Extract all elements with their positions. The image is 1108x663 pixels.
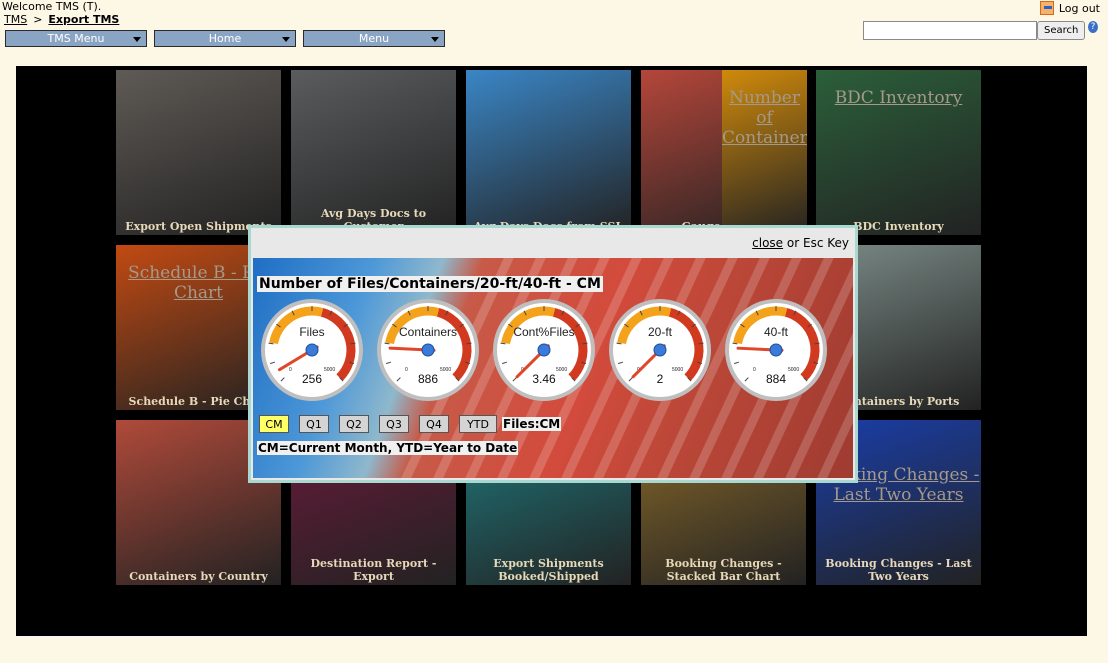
- nav-home-label: Home: [208, 32, 242, 45]
- breadcrumb: TMS > Export TMS: [4, 13, 119, 26]
- tile-caption: Booking Changes - Stacked Bar Chart: [665, 557, 782, 583]
- gauge-hub: [769, 343, 783, 357]
- gauge-40-ft: 40-ft 0 5000 884: [724, 298, 828, 402]
- tile-caption: Booking Changes - Last Two Years: [825, 557, 972, 583]
- logout-link[interactable]: Log out: [1039, 1, 1100, 15]
- tile-background: [466, 70, 631, 235]
- breadcrumb-separator: >: [33, 13, 43, 26]
- gauge-panel-title: Number of Files/Containers/20-ft/40-ft -…: [257, 276, 603, 292]
- dashboard-tile[interactable]: Avg Days Docs to Customer: [291, 70, 456, 235]
- gauge-min-label: 0: [753, 367, 756, 373]
- nav-tms-menu-label: TMS Menu: [47, 32, 105, 45]
- gauge-hub: [537, 343, 551, 357]
- gauge-20-ft: 20-ft050002: [608, 298, 712, 402]
- tile-heading-link[interactable]: Number of Container: [722, 88, 807, 148]
- period-legend: CM=Current Month, YTD=Year to Date: [257, 441, 519, 455]
- logout-label: Log out: [1058, 1, 1100, 15]
- modal-close-hint: or Esc Key: [786, 236, 849, 250]
- welcome-text: Welcome TMS (T).: [2, 0, 102, 13]
- period-button-q3[interactable]: Q3: [379, 415, 409, 433]
- tile-caption: Destination Report - Export: [310, 557, 437, 583]
- gauge-hub: [421, 343, 435, 357]
- dashboard-tile[interactable]: Export Open Shipments: [116, 70, 281, 235]
- modal-close-link[interactable]: close: [752, 236, 783, 250]
- gauge-label: 40-ft: [764, 325, 789, 339]
- tile-caption: Export Shipments Booked/Shipped: [493, 557, 604, 583]
- gauge-value: 3.46: [532, 372, 556, 386]
- modal-close-bar: close or Esc Key: [752, 236, 849, 250]
- gauge-label: Files: [299, 325, 324, 339]
- gauge-value: 884: [766, 372, 786, 386]
- gauge-label: 20-ft: [648, 325, 673, 339]
- chevron-down-icon: [282, 37, 290, 42]
- gauge-max-label: 5000: [672, 367, 683, 373]
- tile-caption: Containers by Country: [129, 570, 268, 583]
- gauge-value: 886: [418, 372, 438, 386]
- period-button-q1[interactable]: Q1: [299, 415, 329, 433]
- gauge-modal: close or Esc Key Number of Files/Contain…: [248, 225, 858, 483]
- gauge-max-label: 5000: [556, 367, 567, 373]
- breadcrumb-root-link[interactable]: TMS: [4, 13, 27, 26]
- search-button[interactable]: Search: [1037, 21, 1086, 40]
- gauge-max-label: 5000: [440, 367, 451, 373]
- dashboard-tile[interactable]: Number of Container: [722, 70, 807, 235]
- help-icon[interactable]: ?: [1088, 21, 1098, 33]
- nav-menu-button[interactable]: Menu: [303, 30, 445, 47]
- gauge-max-label: 5000: [324, 367, 335, 373]
- gauge-min-label: 0: [289, 367, 292, 373]
- gauge-label: Cont%Files: [513, 325, 574, 339]
- gauge-panel: Number of Files/Containers/20-ft/40-ft -…: [253, 258, 853, 478]
- files-period-label: Files:CM: [502, 417, 562, 431]
- gauge-label: Containers: [399, 325, 457, 339]
- period-button-q4[interactable]: Q4: [419, 415, 449, 433]
- tile-background: [116, 70, 281, 235]
- dashboard-tile[interactable]: Avg Days Docs from SSL: [466, 70, 631, 235]
- gauge-max-label: 5000: [788, 367, 799, 373]
- nav-menu-label: Menu: [358, 32, 390, 45]
- gauge-hub: [305, 343, 319, 357]
- gauge-files: Files 0 5000 256: [260, 298, 364, 402]
- chevron-down-icon: [133, 37, 141, 42]
- chevron-down-icon: [431, 37, 439, 42]
- gauge-hub: [653, 343, 667, 357]
- dashboard-tile[interactable]: BDC Inventory BDC Inventory: [816, 70, 981, 235]
- nav-tms-menu-button[interactable]: TMS Menu: [5, 30, 147, 47]
- search-input[interactable]: [863, 21, 1037, 40]
- nav-home-button[interactable]: Home: [154, 30, 296, 47]
- logout-icon: [1039, 1, 1054, 15]
- gauge-value: 2: [657, 372, 664, 386]
- period-button-q2[interactable]: Q2: [339, 415, 369, 433]
- gauge-containers: Containers 0 5000 886: [376, 298, 480, 402]
- period-button-ytd[interactable]: YTD: [459, 415, 497, 433]
- gauge-value: 256: [302, 372, 322, 386]
- period-button-cm[interactable]: CM: [259, 415, 289, 433]
- breadcrumb-current[interactable]: Export TMS: [48, 13, 119, 26]
- gauge-cont-files: Cont%Files050003.46: [492, 298, 596, 402]
- tile-heading-link[interactable]: BDC Inventory: [816, 88, 981, 108]
- gauge-min-label: 0: [405, 367, 408, 373]
